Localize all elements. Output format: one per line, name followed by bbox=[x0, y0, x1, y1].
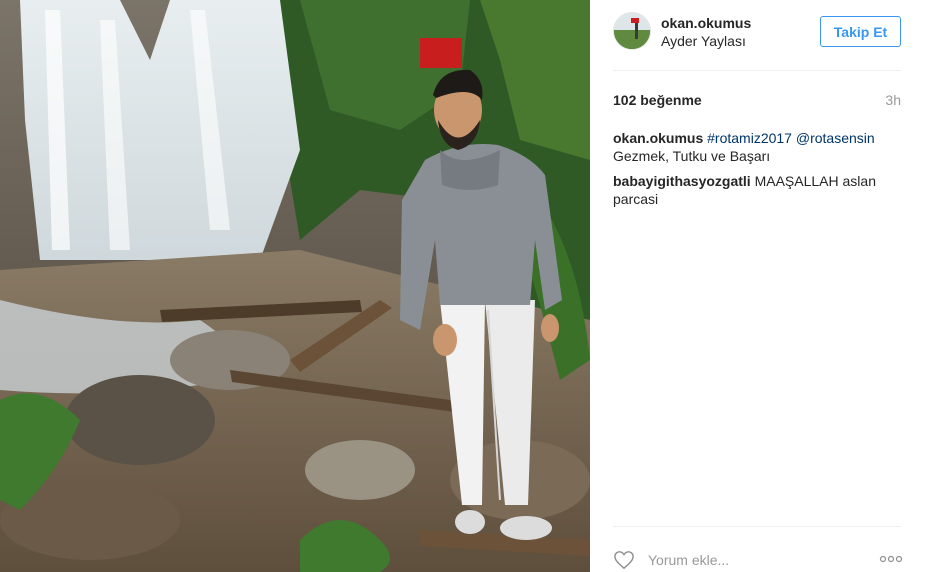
ellipsis-icon[interactable] bbox=[879, 554, 903, 564]
hashtag-link[interactable]: #rotamiz2017 bbox=[707, 130, 792, 146]
comment-input[interactable] bbox=[648, 550, 858, 570]
post-location[interactable]: Ayder Yaylası bbox=[661, 33, 746, 49]
comment-text: Gezmek, Tutku ve Başarı bbox=[613, 148, 771, 164]
header-divider bbox=[613, 70, 901, 71]
heart-outline-icon[interactable] bbox=[613, 550, 635, 570]
comment-username[interactable]: okan.okumus bbox=[613, 130, 703, 146]
comment-username[interactable]: babayigithasyozgatli bbox=[613, 173, 751, 189]
footer-divider bbox=[613, 526, 901, 527]
mention-link[interactable]: @rotasensin bbox=[796, 130, 875, 146]
avatar-image bbox=[614, 13, 650, 49]
post-photo[interactable] bbox=[0, 0, 590, 572]
post-time[interactable]: 3h bbox=[885, 92, 901, 108]
post-username[interactable]: okan.okumus bbox=[661, 15, 751, 31]
photo-illustration bbox=[0, 0, 590, 572]
comments-list: okan.okumus #rotamiz2017 @rotasensin Gez… bbox=[613, 129, 903, 215]
likes-count[interactable]: 102 beğenme bbox=[613, 92, 702, 108]
post-header: okan.okumus Ayder Yaylası Takip Et bbox=[613, 12, 903, 52]
follow-button[interactable]: Takip Et bbox=[820, 16, 901, 47]
comment-item: okan.okumus #rotamiz2017 @rotasensin Gez… bbox=[613, 129, 903, 165]
comment-item: babayigithasyozgatli MAAŞALLAH aslan par… bbox=[613, 172, 903, 208]
post-footer bbox=[613, 548, 903, 572]
avatar[interactable] bbox=[613, 12, 651, 50]
post-details-panel: okan.okumus Ayder Yaylası Takip Et 102 b… bbox=[590, 0, 926, 572]
